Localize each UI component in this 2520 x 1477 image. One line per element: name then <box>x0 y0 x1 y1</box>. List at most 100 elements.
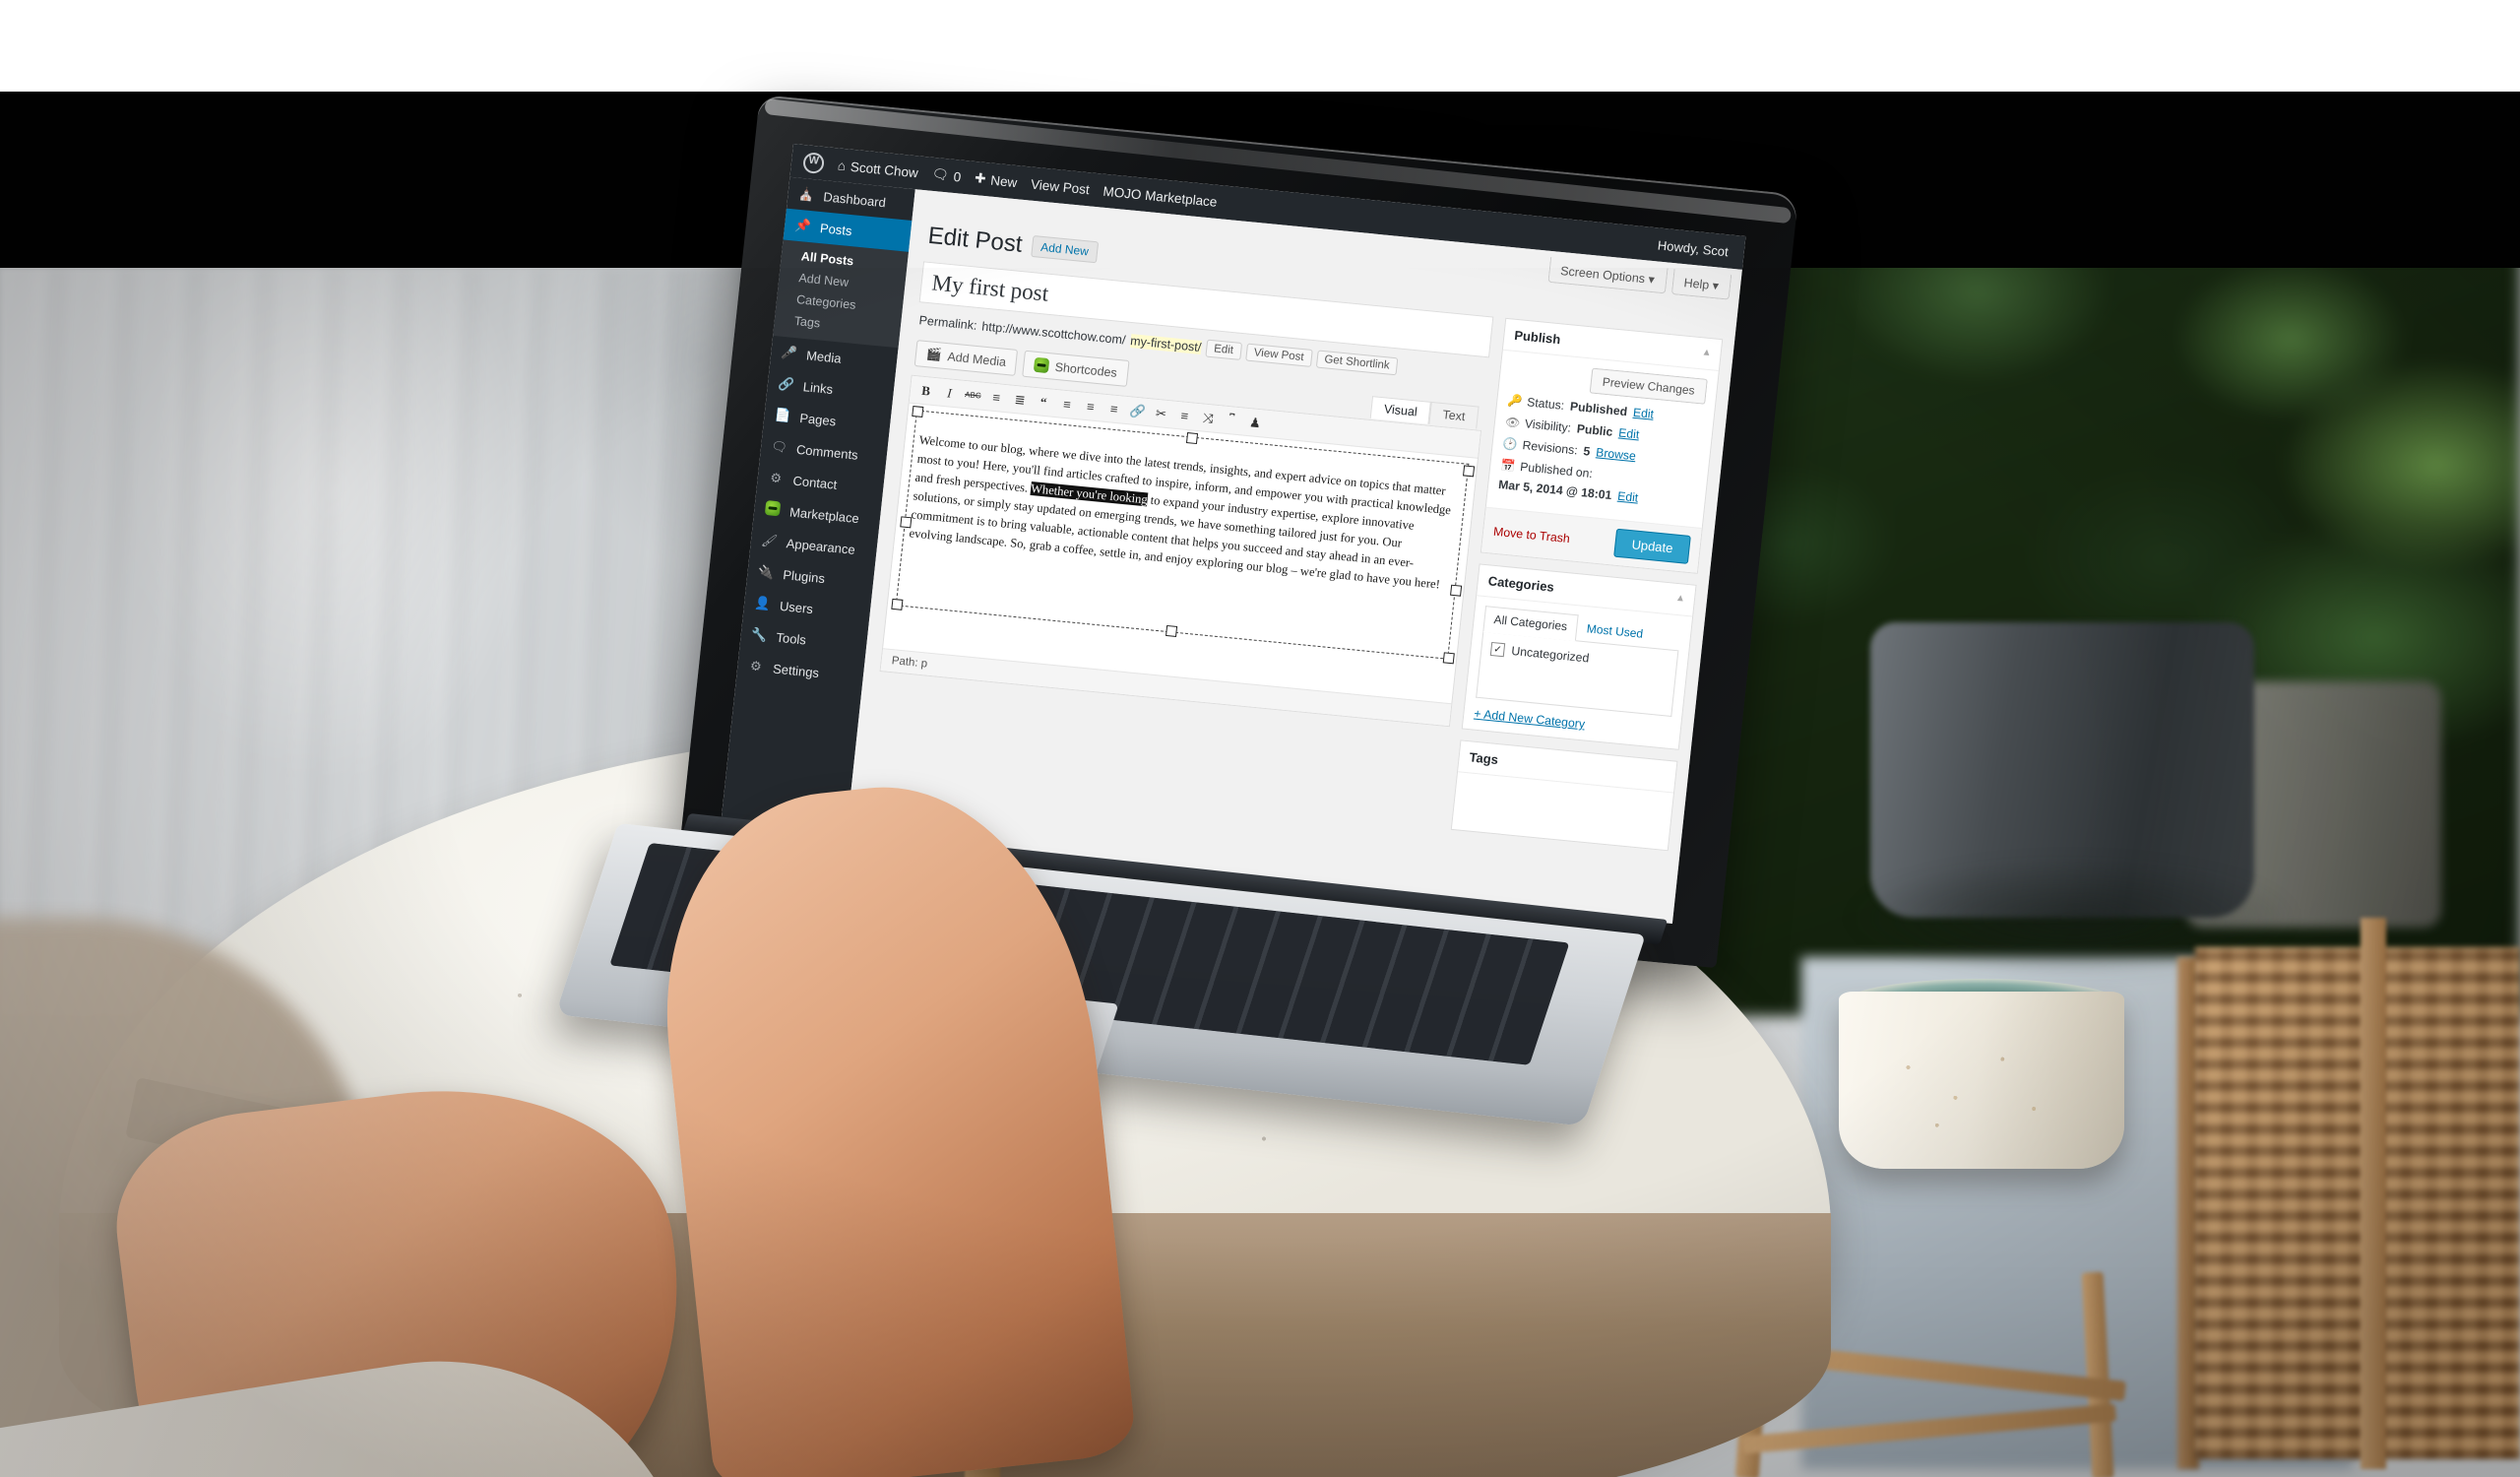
admin-bar-mojo-marketplace[interactable]: MOJO Marketplace <box>1102 183 1218 209</box>
kitchen-sink-icon[interactable]: ⎴ <box>1224 413 1240 428</box>
selection-handle[interactable] <box>1186 432 1199 445</box>
admin-bar-comments[interactable]: 🗨 0 <box>931 166 962 185</box>
page-title: Edit Post <box>926 222 1024 258</box>
shortcodes-button[interactable]: Shortcodes <box>1022 350 1130 387</box>
align-right-icon[interactable]: ≡ <box>1105 401 1122 417</box>
tab-visual[interactable]: Visual <box>1369 396 1431 424</box>
italic-icon[interactable]: I <box>941 385 958 401</box>
selection-handle[interactable] <box>912 405 924 417</box>
publish-body: Preview Changes 🔑 Status: Published Edit <box>1486 351 1719 528</box>
row-label: Revisions: <box>1521 438 1579 458</box>
edit-visibility-link[interactable]: Edit <box>1618 425 1640 441</box>
post-editor: Visual Text B I ABC ≡ ≣ “ ≡ ≡ ≡ 🔗 ✂ ≡ ⤨ … <box>879 374 1482 728</box>
move-to-trash-link[interactable]: Move to Trash <box>1493 524 1571 545</box>
admin-bar-new[interactable]: ✚ New <box>974 170 1018 190</box>
insert-link-icon[interactable]: 🔗 <box>1129 403 1147 418</box>
permalink-base: http://www.scottchow.com/ <box>980 319 1127 348</box>
selection-handle[interactable] <box>1450 584 1463 597</box>
row-value: 5 <box>1582 444 1592 459</box>
wordpress-logo-icon[interactable]: W <box>802 151 826 174</box>
chevron-up-icon[interactable]: ▲ <box>1701 347 1712 358</box>
get-shortlink-button[interactable]: Get Shortlink <box>1315 350 1399 376</box>
edit-status-link[interactable]: Edit <box>1632 406 1654 421</box>
strikethrough-icon[interactable]: ABC <box>965 387 981 403</box>
mojo-goblin-icon <box>1034 356 1050 374</box>
plus-icon: ✚ <box>974 170 987 187</box>
eye-icon: 👁 <box>1504 415 1522 430</box>
admin-bar-site-name[interactable]: ⌂ Scott Chow <box>837 158 918 180</box>
blockquote-icon[interactable]: “ <box>1036 394 1052 410</box>
mojo-goblin-icon <box>763 500 782 520</box>
row-label: Status: <box>1526 395 1565 413</box>
media-icon: 🎤 <box>781 344 798 361</box>
media-icon: 🎬 <box>925 347 943 362</box>
edit-permalink-button[interactable]: Edit <box>1205 339 1242 360</box>
add-new-post-button[interactable]: Add New <box>1031 234 1099 264</box>
link-icon: 🔗 <box>777 375 795 393</box>
admin-bar-howdy[interactable]: Howdy, Scot <box>1657 237 1732 259</box>
tools-icon: 🔧 <box>750 626 769 643</box>
sidebar-item-label: Plugins <box>782 566 826 586</box>
page-icon: 📄 <box>774 407 791 423</box>
sidebar-item-label: Pages <box>798 410 838 428</box>
clock-icon: 🕑 <box>1502 436 1519 452</box>
posts-submenu: All Posts Add New Categories Tags <box>773 239 909 349</box>
admin-bar-view-post[interactable]: View Post <box>1030 176 1090 197</box>
update-button[interactable]: Update <box>1613 528 1691 564</box>
chevron-down-icon: ▾ <box>1647 272 1656 288</box>
admin-content-wrap: Screen Options ▾ Help ▾ Edit Post Add Ne… <box>845 189 1742 925</box>
categories-metabox: Categories ▲ All Categories Most Used ✓ … <box>1461 563 1697 750</box>
settings-icon: ⚙ <box>749 658 763 674</box>
pin-icon: 📌 <box>793 217 812 234</box>
laptop: W ⌂ Scott Chow 🗨 0 ✚ New View Post MOJO … <box>0 0 2520 1477</box>
checkbox-icon[interactable]: ✓ <box>1489 641 1506 658</box>
path-value: p <box>920 658 928 671</box>
calendar-icon: 📅 <box>1499 458 1517 474</box>
selection-handle[interactable] <box>891 598 904 610</box>
bulleted-list-icon[interactable]: ≡ <box>988 389 1005 406</box>
selection-handle[interactable] <box>1166 624 1178 637</box>
sidebar-item-label: Settings <box>772 661 820 680</box>
numbered-list-icon[interactable]: ≣ <box>1012 391 1029 408</box>
row-value: Public <box>1576 421 1614 439</box>
permalink-slug[interactable]: my-first-post/ <box>1129 334 1202 354</box>
align-left-icon[interactable]: ≡ <box>1059 396 1076 413</box>
sidebar-item-label: Appearance <box>786 535 856 557</box>
sidebar-item-label: Marketplace <box>788 503 860 526</box>
comment-bubble-icon: 🗨 <box>930 165 950 183</box>
editor-column: Permalink: http://www.scottchow.com/ my-… <box>867 261 1494 839</box>
spellcheck-proofread-icon[interactable]: ♟ <box>1247 415 1264 430</box>
category-label: Uncategorized <box>1510 643 1591 666</box>
tab-text[interactable]: Text <box>1428 401 1480 429</box>
add-media-button[interactable]: 🎬 Add Media <box>914 340 1019 376</box>
home-icon: ⌂ <box>837 157 847 173</box>
bold-icon[interactable]: B <box>917 382 934 399</box>
selection-handle[interactable] <box>1463 465 1476 478</box>
row-label: Visibility: <box>1524 417 1572 435</box>
row-label: Published on: <box>1519 459 1594 482</box>
align-center-icon[interactable]: ≡ <box>1083 399 1100 415</box>
unlink-icon[interactable]: ✂ <box>1153 405 1169 421</box>
sidebar-item-label: Posts <box>819 220 853 238</box>
dashboard-icon: ⛪ <box>797 185 816 203</box>
chevron-down-icon: ▾ <box>1711 279 1720 293</box>
row-value: Mar 5, 2014 @ 18:01 <box>1497 477 1613 503</box>
comment-icon: 🗨 <box>770 438 788 455</box>
users-icon: 👤 <box>753 595 772 611</box>
key-icon: 🔑 <box>1506 393 1524 409</box>
preview-changes-button[interactable]: Preview Changes <box>1589 367 1708 405</box>
read-more-icon[interactable]: ≡ <box>1176 408 1193 423</box>
fullscreen-icon[interactable]: ⤨ <box>1200 410 1217 425</box>
sidebar-item-label: Contact <box>791 473 839 492</box>
selection-handle[interactable] <box>900 516 913 529</box>
sidebar-item-label: Users <box>779 598 814 616</box>
view-post-button[interactable]: View Post <box>1244 343 1313 367</box>
edit-published-date-link[interactable]: Edit <box>1617 489 1639 505</box>
chevron-up-icon[interactable]: ▲ <box>1675 593 1686 605</box>
browse-revisions-link[interactable]: Browse <box>1596 445 1637 463</box>
sidebar-item-label: Media <box>805 347 843 366</box>
row-value: Published <box>1569 399 1628 419</box>
sidebar-item-label: Dashboard <box>822 188 887 210</box>
publish-metabox: Publish ▲ Preview Changes 🔑 Status: Publ… <box>1480 317 1724 574</box>
selection-handle[interactable] <box>1442 652 1455 665</box>
